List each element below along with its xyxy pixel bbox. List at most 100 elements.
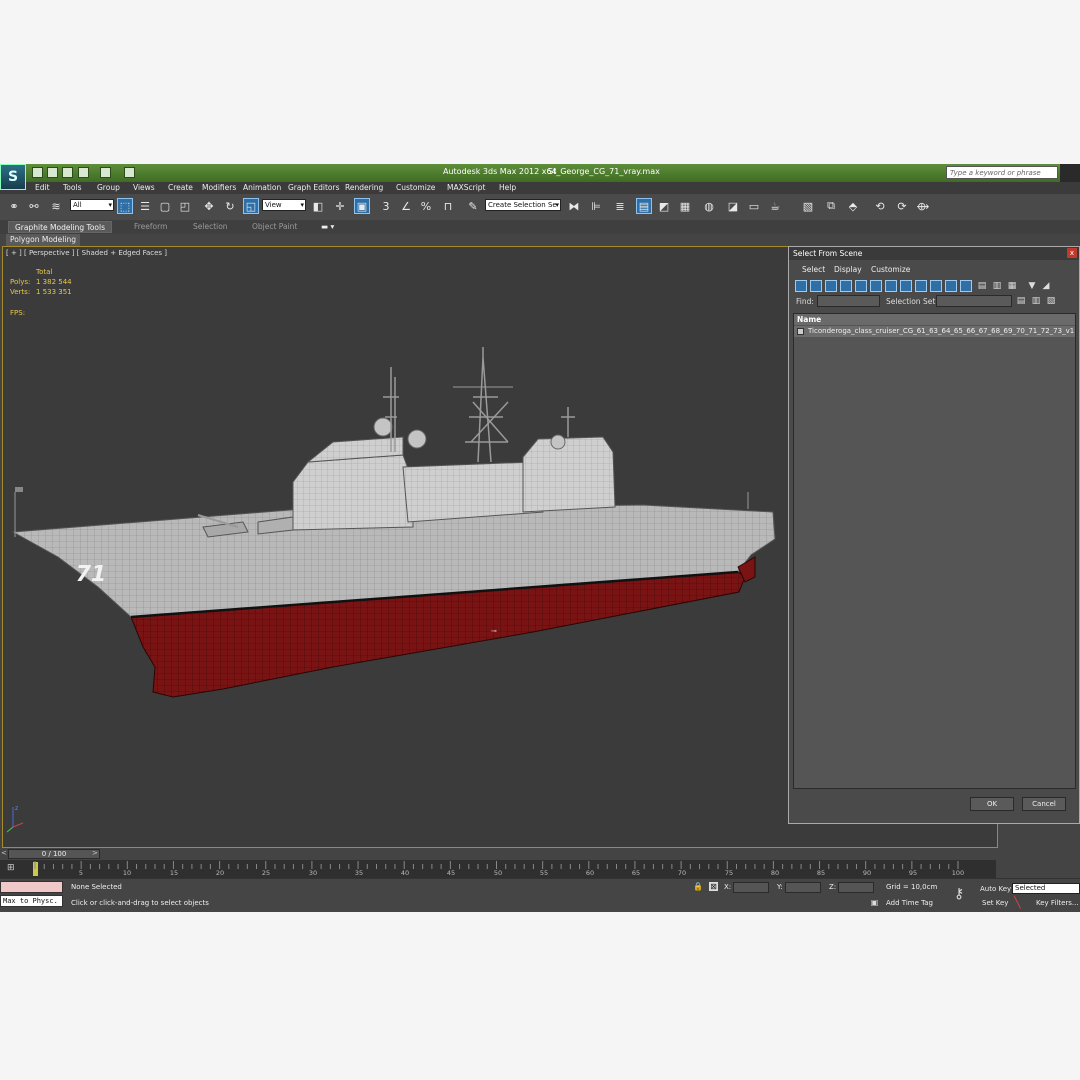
- display-space-warps-icon[interactable]: [870, 280, 882, 292]
- y-coordinate-field[interactable]: [785, 882, 821, 893]
- display-shapes-icon[interactable]: [810, 280, 822, 292]
- tab-freeform[interactable]: Freeform: [134, 221, 167, 233]
- dialog-menu-select[interactable]: Select: [802, 265, 825, 274]
- dialog-menu-customize[interactable]: Customize: [871, 265, 910, 274]
- named-selection-dropdown[interactable]: Create Selection Se ▾: [485, 199, 561, 211]
- unlink-icon[interactable]: ⚯: [26, 198, 42, 214]
- edit-named-selection-icon[interactable]: ✎: [465, 198, 481, 214]
- menu-animation[interactable]: Animation: [243, 183, 281, 192]
- redo-icon[interactable]: [100, 167, 111, 178]
- display-bones-icon[interactable]: [915, 280, 927, 292]
- bind-space-warp-icon[interactable]: ≋: [48, 198, 64, 214]
- time-tag-icon[interactable]: ▣: [870, 898, 879, 907]
- display-lights-icon[interactable]: [825, 280, 837, 292]
- snaps-toggle-icon[interactable]: 3: [378, 198, 394, 214]
- select-object-icon[interactable]: ⬚: [117, 198, 133, 214]
- menu-graph-editors[interactable]: Graph Editors: [288, 183, 340, 192]
- dialog-menu-display[interactable]: Display: [834, 265, 862, 274]
- open-file-icon[interactable]: [47, 167, 58, 178]
- align-icon[interactable]: ⊫: [588, 198, 604, 214]
- select-manipulate-icon[interactable]: ✛: [332, 198, 348, 214]
- menu-modifiers[interactable]: Modifiers: [202, 183, 236, 192]
- display-frozen-icon[interactable]: [945, 280, 957, 292]
- render-production-icon[interactable]: ☕: [767, 198, 783, 214]
- window-controls[interactable]: [1060, 164, 1080, 182]
- selection-lock-icon[interactable]: 🔒: [693, 882, 703, 891]
- key-filters-button[interactable]: Key Filters...: [1036, 899, 1079, 907]
- absolute-mode-icon[interactable]: ⊠: [709, 882, 718, 891]
- tab-selection[interactable]: Selection: [193, 221, 228, 233]
- project-folder-icon[interactable]: [124, 167, 135, 178]
- menu-rendering[interactable]: Rendering: [345, 183, 383, 192]
- set-key-button[interactable]: Set Key: [982, 899, 1008, 907]
- move-icon[interactable]: ✥: [201, 198, 217, 214]
- select-invert-icon[interactable]: ▦: [1007, 280, 1017, 292]
- dialog-title[interactable]: Select From Scene: [789, 247, 1079, 260]
- time-slider-prev-icon[interactable]: <: [1, 849, 7, 859]
- menu-create[interactable]: Create: [168, 183, 193, 192]
- find-input[interactable]: [817, 295, 880, 307]
- time-slider[interactable]: 0 / 100: [8, 849, 100, 859]
- filter-icon[interactable]: ▼: [1027, 280, 1037, 292]
- vray-lights-icon[interactable]: ⬘: [845, 198, 861, 214]
- keyboard-shortcut-override-icon[interactable]: ▣: [354, 198, 370, 214]
- vray-toolbar-icon[interactable]: ▧: [800, 198, 816, 214]
- scale-icon[interactable]: ◱: [243, 198, 259, 214]
- angle-snap-icon[interactable]: ∠: [398, 198, 414, 214]
- schematic-view-icon[interactable]: ▦: [677, 198, 693, 214]
- object-list[interactable]: Name Ticonderoga_class_cruiser_CG_61_63_…: [793, 313, 1076, 789]
- new-file-icon[interactable]: [32, 167, 43, 178]
- link-icon[interactable]: ⚭: [6, 198, 22, 214]
- filter-options-icon[interactable]: ◢: [1041, 280, 1051, 292]
- menu-group[interactable]: Group: [97, 183, 120, 192]
- auto-key-button[interactable]: Auto Key: [980, 885, 1011, 893]
- track-bar[interactable]: ⊞ 5 10 15 20 25 30 35 40 45 50 55 60 65 …: [0, 860, 996, 878]
- rectangular-region-icon[interactable]: ▢: [157, 198, 173, 214]
- time-slider-next-icon[interactable]: >: [92, 849, 98, 859]
- tab-object-paint[interactable]: Object Paint: [252, 221, 297, 233]
- list-item[interactable]: Ticonderoga_class_cruiser_CG_61_63_64_65…: [794, 326, 1075, 337]
- display-xrefs-icon[interactable]: [900, 280, 912, 292]
- display-helpers-icon[interactable]: [855, 280, 867, 292]
- z-coordinate-field[interactable]: [838, 882, 874, 893]
- display-cameras-icon[interactable]: [840, 280, 852, 292]
- search-input[interactable]: Type a keyword or phrase: [946, 166, 1058, 179]
- display-hidden-icon[interactable]: [960, 280, 972, 292]
- cancel-button[interactable]: Cancel: [1022, 797, 1066, 811]
- vray-objects-icon[interactable]: ⧉: [823, 198, 839, 214]
- maxscript-listener-mini[interactable]: [0, 881, 63, 893]
- key-filter-icon[interactable]: ╲: [1014, 896, 1021, 909]
- display-geometry-icon[interactable]: [795, 280, 807, 292]
- graphite-toggle-icon[interactable]: ▤: [636, 198, 652, 214]
- rotate-icon[interactable]: ↻: [222, 198, 238, 214]
- physics-tool-3-icon[interactable]: ⟴: [915, 198, 931, 214]
- dialog-close-icon[interactable]: x: [1067, 248, 1077, 258]
- physics-tool-1-icon[interactable]: ⟲: [872, 198, 888, 214]
- select-by-name-icon[interactable]: ☰: [137, 198, 153, 214]
- spinner-snap-icon[interactable]: ⊓: [440, 198, 456, 214]
- layer-manager-icon[interactable]: ≣: [612, 198, 628, 214]
- set-key-mode-icon[interactable]: ⚷: [954, 886, 964, 902]
- percent-snap-icon[interactable]: %: [418, 198, 434, 214]
- menu-help[interactable]: Help: [499, 183, 516, 192]
- curve-editor-icon[interactable]: ◩: [656, 198, 672, 214]
- tab-polygon-modeling[interactable]: Polygon Modeling: [6, 234, 80, 246]
- material-editor-icon[interactable]: ◍: [701, 198, 717, 214]
- x-coordinate-field[interactable]: [733, 882, 769, 893]
- display-groups-icon[interactable]: [885, 280, 897, 292]
- save-file-icon[interactable]: [62, 167, 73, 178]
- window-crossing-icon[interactable]: ◰: [177, 198, 193, 214]
- selection-set-dropdown[interactable]: [936, 295, 1012, 307]
- physics-tool-2-icon[interactable]: ⟳: [894, 198, 910, 214]
- display-containers-icon[interactable]: [930, 280, 942, 292]
- pivot-center-icon[interactable]: ◧: [310, 198, 326, 214]
- menu-views[interactable]: Views: [133, 183, 155, 192]
- reference-coordinate-dropdown[interactable]: View ▾: [262, 199, 306, 211]
- ok-button[interactable]: OK: [970, 797, 1014, 811]
- name-column-header[interactable]: Name: [794, 314, 1075, 325]
- selection-set-add-icon[interactable]: ▤: [1016, 295, 1026, 307]
- select-all-icon[interactable]: ▤: [977, 280, 987, 292]
- app-logo-icon[interactable]: S: [0, 164, 26, 190]
- rendered-frame-window-icon[interactable]: ▭: [746, 198, 762, 214]
- undo-icon[interactable]: [78, 167, 89, 178]
